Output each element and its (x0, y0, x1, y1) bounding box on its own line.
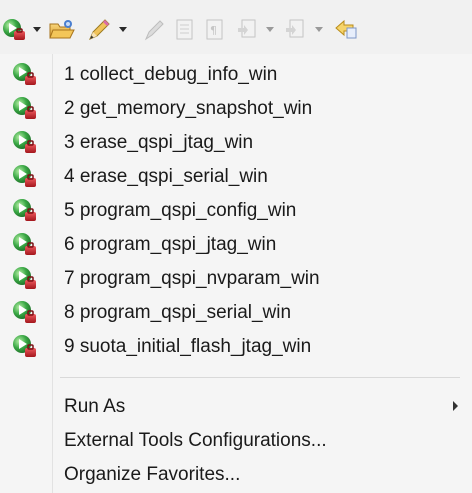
favorite-item-program-qspi-jtag[interactable]: 6 program_qspi_jtag_win (0, 228, 472, 262)
menu-item-label: External Tools Configurations... (64, 430, 327, 451)
menu-item-label: 2 get_memory_snapshot_win (64, 98, 313, 119)
favorite-item-program-qspi-serial[interactable]: 8 program_qspi_serial_win (0, 296, 472, 330)
back-navigation-icon[interactable] (332, 15, 362, 45)
dropdown-arrow-icon[interactable] (312, 15, 326, 45)
svg-text:¶: ¶ (210, 24, 217, 37)
run-launch-config-icon (13, 63, 36, 85)
run-launch-config-icon (13, 97, 36, 119)
run-launch-config-icon (13, 199, 36, 221)
dropdown-arrow-icon[interactable] (116, 15, 130, 45)
open-folder-icon[interactable] (47, 15, 77, 45)
page-disabled-icon (173, 15, 197, 45)
menu-item-label: Run As (64, 396, 126, 417)
previous-annotation-disabled-icon (282, 15, 308, 45)
next-annotation-disabled-icon (234, 15, 260, 45)
favorite-item-program-qspi-config[interactable]: 5 program_qspi_config_win (0, 194, 472, 228)
menu-item-label: 4 erase_qspi_serial_win (64, 166, 268, 187)
favorite-item-program-qspi-nvparam[interactable]: 7 program_qspi_nvparam_win (0, 262, 472, 296)
run-launch-config-icon (13, 165, 36, 187)
favorite-item-erase-qspi-jtag[interactable]: 3 erase_qspi_jtag_win (0, 126, 472, 160)
menu-separator (60, 377, 460, 378)
run-launch-config-icon (13, 301, 36, 323)
run-as-menu-item[interactable]: Run As (0, 390, 472, 424)
run-launch-config-icon (13, 233, 36, 255)
favorite-item-suota-initial-flash-jtag[interactable]: 9 suota_initial_flash_jtag_win (0, 330, 472, 364)
favorite-item-get-memory-snapshot[interactable]: 2 get_memory_snapshot_win (0, 92, 472, 126)
favorite-item-collect-debug-info[interactable]: 1 collect_debug_info_win (0, 58, 472, 92)
run-launch-config-icon (13, 335, 36, 357)
menu-item-label: Organize Favorites... (64, 464, 241, 485)
submenu-arrow-icon (453, 401, 458, 411)
menu-item-label: 9 suota_initial_flash_jtag_win (64, 336, 312, 357)
dropdown-arrow-icon[interactable] (30, 15, 44, 45)
menu-item-label: 8 program_qspi_serial_win (64, 302, 292, 323)
organize-favorites-menu-item[interactable]: Organize Favorites... (0, 458, 472, 492)
run-launch-config-icon (13, 267, 36, 289)
menu-item-label: 1 collect_debug_info_win (64, 64, 278, 85)
external-tools-configurations-menu-item[interactable]: External Tools Configurations... (0, 424, 472, 458)
menu-item-label: 5 program_qspi_config_win (64, 200, 297, 221)
paragraph-disabled-icon: ¶ (203, 15, 227, 45)
menu-item-label: 6 program_qspi_jtag_win (64, 234, 277, 255)
toolbar: ¶ (0, 0, 472, 54)
dropdown-arrow-icon[interactable] (263, 15, 277, 45)
run-launch-icon[interactable] (0, 15, 28, 45)
favorite-item-erase-qspi-serial[interactable]: 4 erase_qspi_serial_win (0, 160, 472, 194)
pencil-disabled-icon (140, 15, 168, 45)
run-launch-config-icon (13, 131, 36, 153)
pencil-icon[interactable] (85, 15, 113, 45)
menu-item-label: 3 erase_qspi_jtag_win (64, 132, 254, 153)
menu-item-label: 7 program_qspi_nvparam_win (64, 268, 320, 289)
favorites-dropdown-menu: 1 collect_debug_info_win 2 get_memory_sn… (0, 54, 472, 493)
